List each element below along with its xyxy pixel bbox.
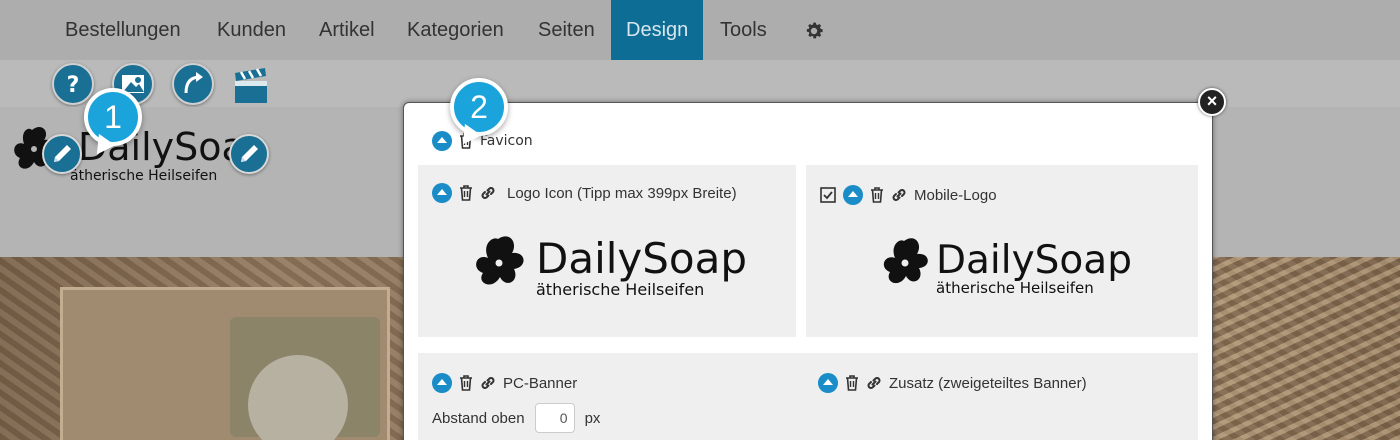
link-icon[interactable] [891, 187, 907, 203]
abstand-input[interactable]: 0 [534, 403, 575, 433]
logo-icon-label: Logo Icon (Tipp max 399px Breite) [507, 184, 737, 202]
nav-kunden[interactable]: Kunden [202, 0, 301, 60]
help-icon[interactable]: ? [52, 63, 94, 105]
video-clapper-icon[interactable] [232, 65, 270, 105]
mobile-logo-preview: DailySoap ätherische Heilseifen [883, 238, 1132, 297]
collapse-up-icon[interactable] [432, 131, 452, 151]
logo-icon-row: Logo Icon (Tipp max 399px Breite) [432, 183, 737, 203]
design-toolbar: ? [0, 60, 1400, 107]
gear-icon[interactable] [803, 20, 825, 42]
mobile-logo-label: Mobile-Logo [914, 186, 997, 204]
pc-banner-row: PC-Banner [432, 373, 577, 393]
zusatz-label: Zusatz (zweigeteiltes Banner) [889, 374, 1087, 392]
checkbox-checked-icon[interactable] [820, 187, 836, 203]
svg-text:?: ? [67, 73, 80, 98]
logo-preview: DailySoap ätherische Heilseifen [476, 234, 747, 299]
abstand-label: Abstand oben [432, 409, 525, 427]
nav-bestellungen[interactable]: Bestellungen [50, 0, 196, 60]
redirect-icon[interactable] [172, 63, 214, 105]
logo-title: DailySoap [536, 234, 747, 283]
banner-panel: PC-Banner Zusatz (zweigeteiltes Banner) … [418, 353, 1198, 440]
nav-tools[interactable]: Tools [705, 0, 782, 60]
logo-icon-panel: Logo Icon (Tipp max 399px Breite) DailyS… [418, 165, 796, 337]
favicon-label: Favicon [480, 133, 533, 149]
nav-kategorien[interactable]: Kategorien [392, 0, 519, 60]
edit-logo-right-button[interactable] [229, 134, 269, 174]
collapse-up-icon[interactable] [432, 183, 452, 203]
callout-badge-1: 1 [84, 88, 142, 146]
abstand-unit: px [584, 409, 601, 427]
collapse-up-icon[interactable] [843, 185, 863, 205]
nav-artikel[interactable]: Artikel [304, 0, 390, 60]
mobile-logo-subtitle: ätherische Heilseifen [936, 279, 1094, 297]
nav-design[interactable]: Design [611, 0, 704, 60]
edit-logo-button[interactable] [42, 134, 82, 174]
pc-banner-label: PC-Banner [503, 374, 578, 392]
trash-icon[interactable] [459, 185, 473, 201]
top-nav: Bestellungen Kunden Artikel Kategorien S… [0, 0, 1400, 60]
logo-subtitle: ätherische Heilseifen [536, 280, 704, 299]
trash-icon[interactable] [459, 375, 473, 391]
collapse-up-icon[interactable] [818, 373, 838, 393]
mobile-logo-panel: Mobile-Logo DailySoap ätherische Heilsei… [806, 165, 1198, 337]
callout-badge-2: 2 [450, 78, 508, 136]
close-dialog-button[interactable]: × [1198, 88, 1226, 116]
site-logo-subtitle: ätherische Heilseifen [70, 168, 217, 184]
mobile-logo-row: Mobile-Logo [820, 185, 997, 205]
nav-seiten[interactable]: Seiten [523, 0, 610, 60]
mobile-logo-title: DailySoap [936, 238, 1132, 283]
link-icon[interactable] [480, 375, 496, 391]
collapse-up-icon[interactable] [432, 373, 452, 393]
abstand-row: Abstand oben 0 px [432, 403, 600, 433]
logo-settings-dialog: Favicon Logo Icon (Tipp max 399px Breite… [403, 102, 1213, 440]
link-icon[interactable] [866, 375, 882, 391]
zusatz-row: Zusatz (zweigeteiltes Banner) [818, 373, 1087, 393]
trash-icon[interactable] [870, 187, 884, 203]
trash-icon[interactable] [845, 375, 859, 391]
link-icon[interactable] [480, 185, 496, 201]
